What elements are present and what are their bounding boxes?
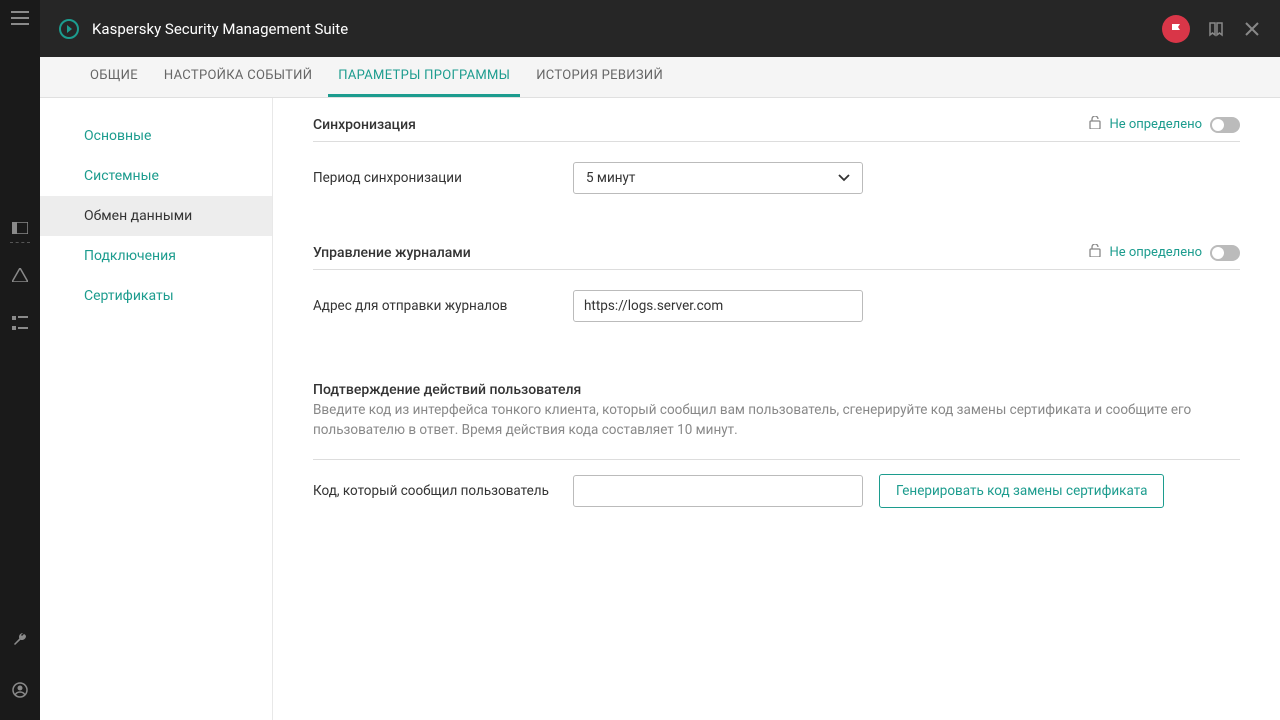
input-user-code[interactable] [573,475,863,507]
tab-general[interactable]: ОБЩИЕ [80,57,148,97]
bookmark-icon[interactable] [1206,19,1226,39]
sidebar-item-connections[interactable]: Подключения [40,236,272,276]
notifications-flag-button[interactable] [1162,15,1190,43]
lock-state-logs[interactable]: Не определено [1109,245,1202,260]
confirm-description: Введите код из интерфейса тонкого клиент… [313,400,1240,460]
lock-icon [1089,244,1101,261]
app-title: Kaspersky Security Management Suite [92,20,1162,38]
left-rail [0,0,40,720]
sidebar-item-certs[interactable]: Сертификаты [40,276,272,316]
section-title-sync: Синхронизация [313,117,416,133]
rail-panel-icon[interactable] [10,218,30,238]
close-icon[interactable] [1242,19,1262,39]
label-sync-period: Период синхронизации [313,170,573,186]
settings-sidebar: Основные Системные Обмен данными Подключ… [40,98,273,720]
app-header: Kaspersky Security Management Suite [40,0,1280,57]
hamburger-icon[interactable] [10,8,30,28]
lock-state-sync[interactable]: Не определено [1109,117,1202,132]
section-title-logs: Управление журналами [313,245,471,261]
label-log-address: Адрес для отправки журналов [313,298,573,314]
settings-panel: Синхронизация Не определено Период синхр… [273,98,1280,720]
generate-cert-code-button[interactable]: Генерировать код замены сертификата [879,474,1164,508]
rail-tree-icon[interactable] [10,313,30,333]
sidebar-item-system[interactable]: Системные [40,156,272,196]
toggle-sync-lock[interactable] [1210,117,1240,133]
toggle-logs-lock[interactable] [1210,245,1240,261]
tab-events[interactable]: НАСТРОЙКА СОБЫТИЙ [154,57,322,97]
tab-program-params[interactable]: ПАРАМЕТРЫ ПРОГРАММЫ [328,57,520,97]
sidebar-item-data-exchange[interactable]: Обмен данными [40,196,272,236]
rail-warning-icon[interactable] [10,265,30,285]
select-sync-period[interactable]: 5 минут [573,162,863,194]
lock-icon [1089,116,1101,133]
chevron-down-icon [838,171,850,185]
section-title-confirm: Подтверждение действий пользователя [313,382,581,398]
tabs-bar: ОБЩИЕ НАСТРОЙКА СОБЫТИЙ ПАРАМЕТРЫ ПРОГРА… [40,57,1280,98]
label-user-code: Код, который сообщил пользователь [313,483,573,499]
sidebar-item-main[interactable]: Основные [40,116,272,156]
rail-user-icon[interactable] [10,680,30,700]
select-sync-period-value: 5 минут [586,170,635,186]
input-log-address[interactable] [573,290,863,322]
tab-revisions[interactable]: ИСТОРИЯ РЕВИЗИЙ [526,57,673,97]
rail-wrench-icon[interactable] [10,630,30,650]
app-logo-icon [58,18,80,40]
